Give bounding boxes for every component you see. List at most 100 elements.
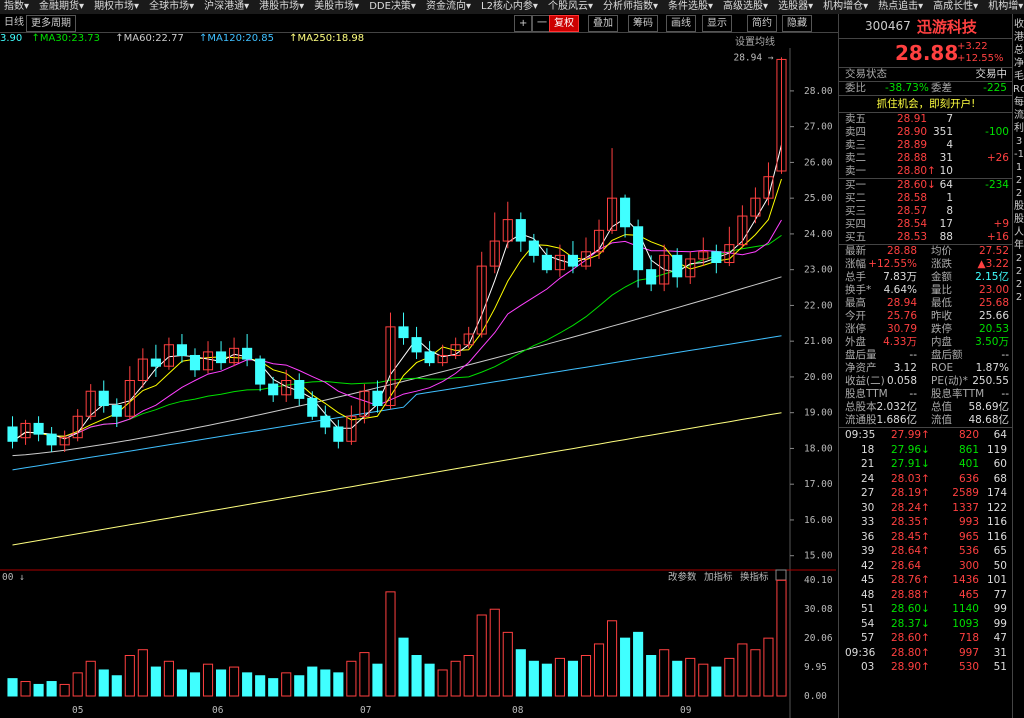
chip-button[interactable]: 筹码	[628, 15, 658, 32]
stat-label: 总手	[845, 271, 866, 283]
menu-item-3[interactable]: 全球市场▾	[145, 0, 200, 14]
stat-label: 量比	[931, 284, 952, 296]
order-volume: 1	[946, 192, 953, 204]
overlay-dropdown[interactable]: 叠加	[588, 15, 618, 32]
volume-tool-0[interactable]: 改参数	[668, 571, 697, 583]
candle-body	[333, 426, 344, 442]
volume-bar	[242, 672, 253, 697]
tick-volume: 465	[958, 588, 979, 601]
menu-item-7[interactable]: DDE决策▾	[365, 0, 422, 14]
order-book-row[interactable]: 卖二 28.88 31 +26	[839, 152, 1013, 165]
order-change: -100	[985, 126, 1009, 138]
volume-bar	[163, 660, 174, 697]
tick-volume: 1140	[952, 603, 979, 615]
menu-item-4[interactable]: 沪深港通▾	[200, 0, 255, 14]
menu-item-14[interactable]: 选股器▾	[774, 0, 819, 14]
draw-line-button[interactable]: 画线	[666, 15, 696, 32]
menu-item-13[interactable]: 高级选股▾	[719, 0, 774, 14]
tick-time: 24	[861, 472, 875, 485]
volume-tool-1[interactable]: 加指标	[704, 571, 733, 583]
stat-row: 最新 28.88 均价 27.52	[839, 245, 1013, 258]
order-volume: 8	[946, 205, 953, 217]
menu-item-6[interactable]: 美股市场▾	[310, 0, 365, 14]
order-book-row[interactable]: 卖五 28.91 7	[839, 113, 1013, 126]
volume-bar	[620, 637, 631, 697]
order-level-label: 卖三	[845, 139, 866, 151]
order-book-row[interactable]: 买四 28.54 17 +9	[839, 218, 1013, 231]
order-book-row[interactable]: 卖三 28.89 4	[839, 139, 1013, 152]
volume-bar	[124, 655, 135, 697]
tick-count: 116	[986, 516, 1007, 528]
tick-time: 36	[861, 530, 875, 543]
menu-item-9[interactable]: L2核心内参▾	[477, 0, 544, 14]
more-periods-dropdown[interactable]: 更多周期	[26, 15, 76, 32]
menu-item-10[interactable]: 个股风云▾	[544, 0, 599, 14]
display-dropdown[interactable]: 显示	[702, 15, 732, 32]
volume-bar	[7, 678, 18, 697]
price-tick-label: 19.00	[804, 408, 833, 419]
stat-value: 3.50万	[975, 336, 1009, 348]
tick-row: 27 28.19↑ 2589 174	[839, 486, 1013, 501]
volume-bar	[750, 649, 761, 697]
stat-value: 23.00	[978, 284, 1009, 296]
menu-item-5[interactable]: 港股市场▾	[255, 0, 310, 14]
order-book-row[interactable]: 买五 28.53 88 +16	[839, 231, 1013, 244]
order-book-row[interactable]: 买三 28.57 8	[839, 205, 1013, 218]
order-change: +16	[986, 231, 1009, 243]
tick-count: 174	[986, 487, 1007, 499]
menu-item-2[interactable]: 期权市场▾	[90, 0, 145, 14]
volume-tool-2[interactable]: 换指标	[740, 571, 769, 583]
tick-row: 39 28.64↑ 536 65	[839, 544, 1013, 559]
menu-item-1[interactable]: 金融期货▾	[35, 0, 90, 14]
stat-label: 换手*	[845, 284, 872, 296]
order-book-row[interactable]: 卖一 28.80↑ 10	[839, 165, 1013, 178]
period-day-button[interactable]: 日线	[0, 15, 28, 30]
candle-body	[320, 415, 331, 428]
menu-item-11[interactable]: 分析师指数▾	[599, 0, 664, 14]
menu-item-12[interactable]: 条件选股▾	[664, 0, 719, 14]
ma120-legend: ↑MA120:20.85	[199, 33, 274, 44]
candle-body	[255, 358, 266, 385]
candle-body	[541, 254, 552, 271]
tick-list[interactable]: 09:35 27.99↑ 820 64 18 27.96↓ 861 119 21 27.91↓ 40…	[839, 428, 1013, 675]
zoom-in-button[interactable]: +	[514, 15, 532, 32]
order-price: 28.80↑	[897, 165, 936, 177]
stat-value: +12.55%	[868, 258, 917, 270]
stat-label: 最新	[845, 245, 866, 257]
order-book-row[interactable]: 买二 28.58 1	[839, 192, 1013, 205]
tick-time: 27	[861, 487, 875, 499]
hide-button[interactable]: 隐藏	[782, 15, 812, 32]
candle-body	[189, 354, 201, 371]
right-edge-item: 2	[1015, 279, 1023, 290]
menu-item-17[interactable]: 高成长性▾	[929, 0, 984, 14]
menu-item-18[interactable]: 机构增▾	[984, 0, 1024, 14]
stat-row: 换手* 4.64% 量比 23.00	[839, 284, 1013, 297]
right-edge-item: 港	[1014, 32, 1024, 43]
tick-price: 28.90↑	[891, 661, 930, 673]
price-tick-label: 27.00	[804, 122, 833, 133]
kline-chart[interactable]: 28.00 27.00 26.00 25.00 24.00 23.00 22.00 21.00…	[0, 48, 836, 718]
menu-item-8[interactable]: 资金流向▾	[422, 0, 477, 14]
menu-item-0[interactable]: 指数▾	[0, 0, 35, 14]
menu-item-15[interactable]: 机构增仓▾	[819, 0, 874, 14]
price-tick-label: 26.00	[804, 157, 833, 168]
volume-bar	[606, 620, 618, 697]
volume-close-button[interactable]	[775, 569, 787, 581]
order-volume: 351	[932, 126, 953, 138]
volume-bar	[411, 655, 422, 697]
tick-count: 65	[993, 545, 1007, 557]
month-label: 09	[680, 705, 692, 716]
tick-row: 54 28.37↓ 1093 99	[839, 617, 1013, 632]
menu-item-16[interactable]: 热点追击▾	[874, 0, 929, 14]
order-level-label: 卖四	[845, 126, 866, 138]
volume-bar	[489, 608, 500, 697]
tick-price: 28.35↑	[891, 516, 930, 528]
order-book-row[interactable]: 卖四 28.90 351 -100	[839, 126, 1013, 139]
order-book-row[interactable]: 买一 28.60↓ 64 -234	[839, 179, 1013, 192]
zoom-out-button[interactable]: 一	[532, 15, 550, 32]
tick-row: 30 28.24↑ 1337 122	[839, 501, 1013, 516]
fuquan-dropdown[interactable]: 复权	[549, 15, 579, 32]
ma-settings-dropdown[interactable]: 设置均线	[735, 33, 775, 48]
brief-button[interactable]: 简约	[747, 15, 777, 32]
open-account-link[interactable]: 抓住机会，即刻开户!	[839, 96, 1013, 113]
